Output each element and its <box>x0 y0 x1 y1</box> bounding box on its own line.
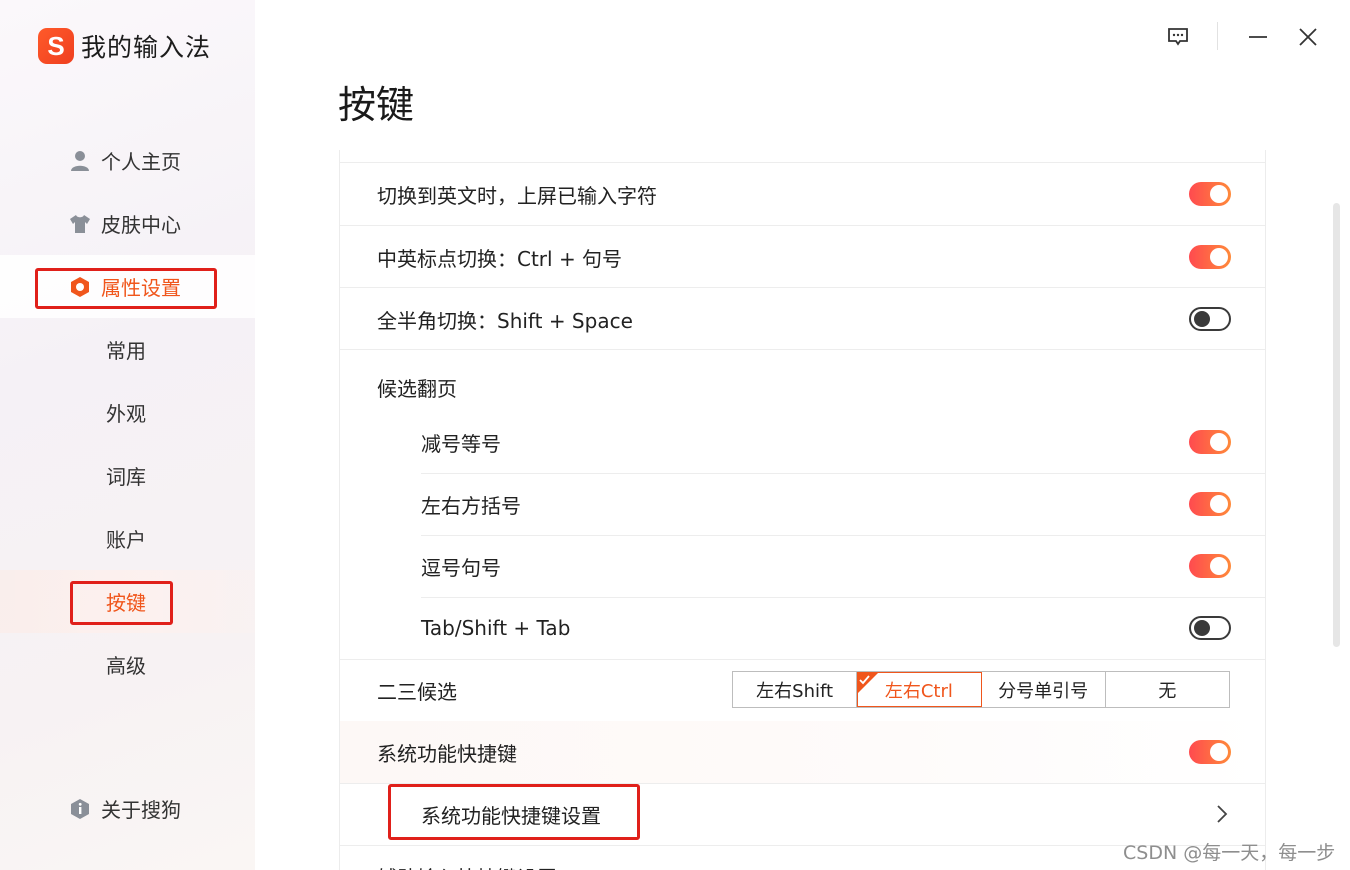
setting-label: 二三候选 <box>377 679 457 704</box>
feedback-button[interactable] <box>1161 20 1195 54</box>
sidebar-item-label: 皮肤中心 <box>101 213 181 237</box>
sogou-logo-icon: S <box>38 28 74 64</box>
segment-option-selected[interactable]: 左右Ctrl <box>857 672 982 707</box>
setting-row: 切换到英文时，上屏已输入字符 <box>340 163 1265 225</box>
setting-row: 逗号句号 <box>340 535 1265 597</box>
candidate-segmented-control: 左右Shift 左右Ctrl 分号单引号 无 <box>732 671 1230 708</box>
sidebar-item-label: 按键 <box>106 591 146 615</box>
sidebar-item-label: 高级 <box>106 654 146 678</box>
setting-label: Tab/Shift + Tab <box>421 616 571 640</box>
row-divider <box>340 349 1265 350</box>
shirt-icon <box>69 213 91 235</box>
segment-option[interactable]: 左右Shift <box>733 672 858 707</box>
setting-label: 逗号句号 <box>421 555 501 580</box>
sidebar-item-common[interactable]: 常用 <box>0 318 255 381</box>
sidebar-item-label: 常用 <box>106 339 146 363</box>
page-title: 按键 <box>338 83 415 127</box>
sidebar-item-about[interactable]: 关于搜狗 <box>0 777 255 840</box>
sidebar-item-label: 词库 <box>106 465 146 489</box>
segment-option-label: 左右Ctrl <box>884 680 953 702</box>
scrollbar-thumb[interactable] <box>1333 203 1340 647</box>
app-logo: S 我的输入法 <box>38 26 211 66</box>
setting-label: 系统功能快捷键设置 <box>421 803 601 828</box>
toggle-switch[interactable] <box>1189 182 1231 206</box>
close-icon <box>1299 28 1317 46</box>
setting-label: 全半角切换：Shift + Space <box>377 308 633 333</box>
setting-row: 左右方括号 <box>340 473 1265 535</box>
segment-option[interactable]: 分号单引号 <box>982 672 1106 707</box>
sidebar-item-profile[interactable]: 个人主页 <box>0 129 255 192</box>
chevron-right-icon <box>1217 805 1228 823</box>
sidebar-item-dictionary[interactable]: 词库 <box>0 444 255 507</box>
sidebar-item-label: 关于搜狗 <box>101 798 181 822</box>
setting-row: 系统功能快捷键 <box>340 721 1265 783</box>
setting-row: 中英标点切换：Ctrl + 句号 <box>340 226 1265 288</box>
sidebar: S 我的输入法 个人主页 皮肤中心 属性设置 常用 外观 词库 账户 按键 高级… <box>0 0 255 870</box>
shortcut-settings-link[interactable]: 系统功能快捷键设置 <box>340 783 1265 845</box>
user-icon <box>69 150 91 172</box>
sidebar-item-account[interactable]: 账户 <box>0 507 255 570</box>
sidebar-item-appearance[interactable]: 外观 <box>0 381 255 444</box>
toggle-switch[interactable] <box>1189 616 1231 640</box>
check-corner-icon <box>857 672 880 694</box>
sidebar-item-advanced[interactable]: 高级 <box>0 633 255 696</box>
close-button[interactable] <box>1291 20 1325 54</box>
sidebar-item-properties[interactable]: 属性设置 <box>0 255 255 318</box>
setting-group-header: 候选翻页 <box>340 356 1265 418</box>
toggle-switch[interactable] <box>1189 492 1231 516</box>
toggle-switch[interactable] <box>1189 307 1231 331</box>
settings-panel: 切换到英文时，上屏已输入字符 中英标点切换：Ctrl + 句号 全半角切换：Sh… <box>339 150 1266 870</box>
toggle-switch[interactable] <box>1189 245 1231 269</box>
hexagon-settings-icon <box>69 276 91 298</box>
setting-label: 切换到英文时，上屏已输入字符 <box>377 183 657 208</box>
setting-label: 辅助输入快捷键设置 <box>377 862 557 870</box>
sidebar-item-label: 个人主页 <box>101 150 181 174</box>
setting-label: 中英标点切换：Ctrl + 句号 <box>377 246 623 271</box>
setting-row: 全半角切换：Shift + Space <box>340 288 1265 350</box>
setting-label: 候选翻页 <box>377 376 457 401</box>
sidebar-item-label: 外观 <box>106 402 146 426</box>
app-name: 我的输入法 <box>81 33 212 62</box>
settings-window: S 我的输入法 个人主页 皮肤中心 属性设置 常用 外观 词库 账户 按键 高级… <box>0 0 1350 870</box>
feedback-icon <box>1168 28 1188 46</box>
toggle-switch[interactable] <box>1189 740 1231 764</box>
minimize-icon <box>1249 36 1267 38</box>
minimize-button[interactable] <box>1241 20 1275 54</box>
info-shield-icon <box>69 798 91 820</box>
toggle-switch[interactable] <box>1189 430 1231 454</box>
segment-option[interactable]: 无 <box>1106 672 1229 707</box>
setting-row: 减号等号 <box>340 411 1265 473</box>
titlebar-divider <box>1217 22 1218 50</box>
watermark: CSDN @每一天，每一步 <box>1123 842 1336 864</box>
sidebar-item-keys[interactable]: 按键 <box>0 570 255 633</box>
setting-row: Tab/Shift + Tab <box>340 597 1265 659</box>
sidebar-item-label: 账户 <box>106 528 146 552</box>
sidebar-item-label: 属性设置 <box>101 276 181 300</box>
sidebar-item-skins[interactable]: 皮肤中心 <box>0 192 255 255</box>
setting-label: 系统功能快捷键 <box>377 741 517 766</box>
setting-label: 减号等号 <box>421 431 501 456</box>
toggle-switch[interactable] <box>1189 554 1231 578</box>
setting-label: 左右方括号 <box>421 493 521 518</box>
